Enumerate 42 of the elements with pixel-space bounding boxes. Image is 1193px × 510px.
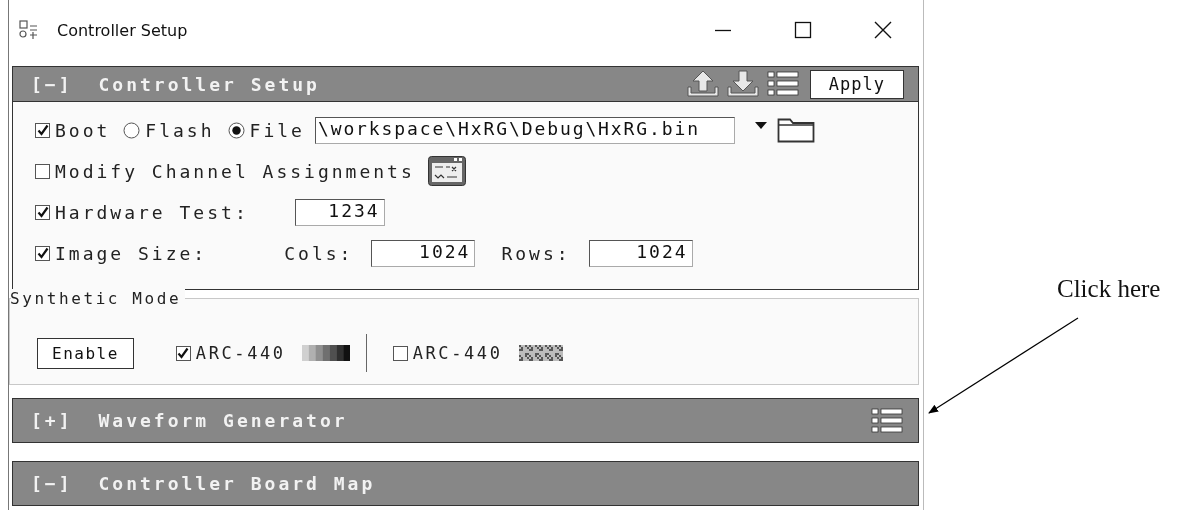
checkbox-label[interactable]: Hardware Test: [55,201,249,223]
checkbox[interactable] [35,163,50,179]
maximize-icon[interactable] [793,20,813,40]
list-icon[interactable] [870,405,904,436]
radio-button[interactable] [123,121,141,139]
checkbox[interactable] [35,245,50,261]
number-field[interactable]: 1024 [588,239,693,267]
field-label: Rows: [501,242,571,264]
enable-button[interactable]: Enable [37,337,134,369]
number-field[interactable]: 1234 [294,198,385,226]
section-title: Controller Board Map [98,473,377,494]
checkbox-label[interactable]: ARC-440 [412,343,503,363]
annotation-text: Click here [1057,275,1161,303]
app-icon [19,20,39,40]
folder-icon[interactable] [776,117,815,143]
dropdown-caret-icon[interactable] [754,121,767,131]
checkbox-label[interactable]: Image Size: [55,242,208,264]
checkbox[interactable] [175,345,191,361]
checkbox-label[interactable]: Modify Channel Assignments [55,160,415,182]
channel-map-icon[interactable] [426,155,467,187]
list-icon[interactable] [765,69,800,99]
field-label: Cols: [284,242,354,264]
checkbox[interactable] [35,204,50,220]
checkbox-label[interactable]: ARC-440 [195,343,286,363]
window-title: Controller Setup [57,20,189,40]
gradient-swatch-icon [301,345,350,361]
noise-swatch-icon [518,345,563,361]
section-title: Controller Setup [98,73,321,95]
radio-label[interactable]: File [249,119,305,141]
group-title: Synthetic Mode [10,289,186,308]
checkbox[interactable] [392,345,408,361]
number-field[interactable]: 1024 [371,239,476,267]
download-icon[interactable] [725,69,760,99]
upload-icon[interactable] [685,69,720,99]
apply-button[interactable]: Apply [809,69,904,99]
radio-label[interactable]: Flash [145,119,215,141]
close-icon[interactable] [873,20,893,40]
checkbox[interactable] [35,122,50,138]
checkbox-label[interactable]: Boot [55,119,111,141]
file-path-field[interactable]: \workspace\HxRG\Debug\HxRG.bin [314,116,735,144]
section-title: Waveform Generator [98,410,349,431]
radio-button[interactable] [227,121,245,139]
